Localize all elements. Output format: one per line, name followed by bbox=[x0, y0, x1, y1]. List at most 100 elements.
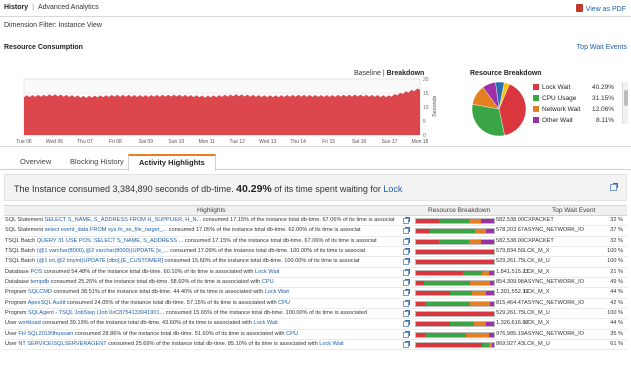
external-link-icon[interactable] bbox=[403, 258, 410, 266]
pie-svg bbox=[471, 81, 527, 137]
legend-item-cpu-usage[interactable]: CPU Usage 31.15% bbox=[533, 93, 628, 104]
row-target-link[interactable]: QUERY 31 USE POS; SELECT S_NAME, S_ADDRE… bbox=[37, 238, 183, 244]
row-description: consumed 24.05% of the instance total db… bbox=[65, 299, 279, 306]
external-link-icon[interactable] bbox=[403, 320, 410, 328]
legend-scroll-thumb[interactable] bbox=[624, 90, 628, 106]
summary-pct: 40.29% bbox=[236, 183, 272, 195]
table-row[interactable]: TSQL Batch (@1 varchar(8000),@2 varchar(… bbox=[4, 247, 627, 258]
resource-bar bbox=[415, 238, 495, 245]
row-kind: User bbox=[5, 330, 19, 337]
external-link-icon[interactable] bbox=[403, 227, 410, 235]
row-target-link[interactable]: (@1 int,@2 tinyint)UPDATE [dbo].[E_CUSTO… bbox=[37, 258, 163, 264]
table-row[interactable]: Database POS consumed 54.48% of the inst… bbox=[4, 268, 627, 279]
external-link-icon[interactable] bbox=[403, 289, 410, 297]
resource-bar-segment bbox=[450, 291, 473, 296]
table-row[interactable]: Program ApexSQL Audit consumed 24.05% of… bbox=[4, 299, 627, 310]
legend-label: CPU Usage bbox=[542, 95, 577, 102]
baseline-toggle[interactable]: Baseline bbox=[354, 70, 381, 77]
table-row[interactable]: Program SQLCMD consumed 38.51% of the in… bbox=[4, 288, 627, 299]
row-wait-link[interactable]: Lock Wait bbox=[255, 269, 279, 275]
row-target-link[interactable]: NT SERVICE\SQLSERVERAGENT bbox=[18, 341, 106, 347]
external-link-icon[interactable] bbox=[403, 330, 410, 338]
external-link-icon[interactable] bbox=[403, 237, 410, 245]
row-wait-link[interactable]: CPU bbox=[262, 279, 274, 285]
breakdown-toggle[interactable]: Breakdown bbox=[387, 70, 425, 77]
row-kind: Program bbox=[5, 299, 28, 306]
row-description: consumed 15.60% of the instance total db… bbox=[163, 258, 360, 265]
tab-blocking-history[interactable]: Blocking History bbox=[60, 154, 134, 170]
table-row[interactable]: Program SQLAgent - TSQL JobStep (Job 0xC… bbox=[4, 309, 627, 320]
x-tick-label: Wed 06 bbox=[46, 139, 63, 145]
external-link-icon[interactable] bbox=[403, 341, 410, 349]
x-tick-label: Sun 10 bbox=[168, 139, 184, 145]
y-tick-label: 5 bbox=[423, 119, 426, 125]
external-link-icon[interactable] bbox=[403, 268, 410, 276]
legend-item-other-wait[interactable]: Other Wait 8.11% bbox=[533, 115, 628, 126]
top-bar: History | Advanced Analytics View as PDF bbox=[0, 0, 631, 17]
nav-advanced-analytics[interactable]: Advanced Analytics bbox=[38, 4, 99, 11]
header-highlights[interactable]: Highlights bbox=[197, 207, 226, 214]
row-target-link[interactable]: tempdb bbox=[31, 279, 50, 285]
external-link-icon[interactable] bbox=[403, 217, 410, 224]
resource-bar-segment bbox=[469, 239, 482, 244]
legend-item-network-wait[interactable]: Network Wait 12.06% bbox=[533, 104, 628, 115]
row-kind: Program bbox=[5, 289, 29, 296]
row-target-link[interactable]: ApexSQL Audit bbox=[28, 300, 66, 306]
resource-bar bbox=[415, 331, 495, 338]
row-wait-link[interactable]: CPU bbox=[278, 300, 290, 306]
row-wait-link[interactable]: Lock Wait bbox=[265, 289, 289, 295]
legend-item-lock-wait[interactable]: Lock Wait 40.29% bbox=[533, 82, 628, 93]
tab-activity-highlights[interactable]: Activity Highlights bbox=[128, 154, 216, 171]
table-row[interactable]: TSQL Batch (@1 int,@2 tinyint)UPDATE [db… bbox=[4, 257, 627, 268]
legend-scrollbar[interactable] bbox=[622, 82, 628, 124]
resource-bar-segment bbox=[416, 219, 440, 223]
row-wait-link[interactable]: CPU bbox=[286, 331, 298, 337]
table-row[interactable]: User NT SERVICE\SQLSERVERAGENT consumed … bbox=[4, 340, 627, 351]
x-tick-label: Wed 13 bbox=[259, 139, 276, 145]
view-as-pdf-link[interactable]: View as PDF bbox=[575, 4, 626, 13]
external-link-icon[interactable] bbox=[403, 299, 410, 307]
wait-event: CXPACKET bbox=[524, 217, 554, 223]
row-target-link[interactable]: select event_data FROM sys.fn_xe_file_ta… bbox=[45, 227, 168, 233]
row-wait-link[interactable]: Lock Wait bbox=[253, 320, 277, 326]
resource-bar-segment bbox=[430, 229, 476, 234]
row-target-link[interactable]: SQLCMD bbox=[28, 289, 52, 295]
resource-bar bbox=[415, 269, 495, 276]
top-wait-events-link[interactable]: Top Wait Events bbox=[577, 44, 627, 51]
external-link-icon[interactable] bbox=[403, 310, 410, 318]
chart-view-toggle: Baseline | Breakdown bbox=[354, 70, 424, 77]
wait-pct: 35 % bbox=[610, 330, 623, 337]
table-row[interactable]: User FH SQL2019\fhussain consumed 28.86%… bbox=[4, 330, 627, 341]
table-row[interactable]: Database tempdb consumed 25.26% of the i… bbox=[4, 278, 627, 289]
row-target-link[interactable]: FH SQL2019\fhussain bbox=[18, 331, 73, 337]
resource-bar-segment bbox=[481, 219, 494, 223]
row-target-link[interactable]: workload bbox=[18, 320, 40, 326]
header-top-wait-event[interactable]: Top Wait Event bbox=[552, 207, 595, 214]
resource-bar bbox=[415, 342, 495, 349]
legend-swatch bbox=[533, 117, 539, 123]
row-wait-link[interactable]: Lock Wait bbox=[319, 341, 343, 347]
row-target-link[interactable]: SELECT S_NAME, S_ADDRESS FROM H_SUPPLIER… bbox=[45, 217, 202, 223]
row-target-link[interactable]: POS bbox=[31, 269, 43, 275]
external-link-icon[interactable] bbox=[403, 248, 410, 256]
tab-overview[interactable]: Overview bbox=[10, 154, 61, 170]
highlight-text: SQL Statement SELECT S_NAME, S_ADDRESS F… bbox=[5, 216, 402, 226]
table-row[interactable]: TSQL Batch QUERY 31 USE POS; SELECT S_NA… bbox=[4, 237, 627, 248]
wait-event: ASYNC_NETWORK_IO bbox=[524, 330, 584, 337]
external-link-icon[interactable] bbox=[403, 279, 410, 287]
nav-history[interactable]: History bbox=[4, 4, 28, 11]
nav-separator: | bbox=[32, 4, 34, 11]
summary-target-link[interactable]: Lock bbox=[383, 184, 402, 194]
resource-bar-segment bbox=[416, 250, 494, 255]
external-link-icon[interactable] bbox=[610, 183, 618, 191]
resource-value: 578,203.67 bbox=[496, 227, 524, 234]
table-row[interactable]: User workload consumed 39.19% of the ins… bbox=[4, 319, 627, 330]
resource-bar-segment bbox=[481, 239, 494, 244]
row-target-link[interactable]: (@1 varchar(8000),@2 varchar(8000))UPDAT… bbox=[37, 248, 169, 254]
row-target-link[interactable]: SQLAgent - TSQL JobStep (Job 0xC87541330… bbox=[28, 310, 164, 316]
table-row[interactable]: SQL Statement SELECT S_NAME, S_ADDRESS F… bbox=[4, 216, 627, 227]
wait-event: LCK_M_U bbox=[524, 310, 550, 317]
header-resource-breakdown[interactable]: Resource Breakdown bbox=[428, 207, 490, 214]
table-row[interactable]: SQL Statement select event_data FROM sys… bbox=[4, 226, 627, 237]
row-kind: SQL Statement bbox=[5, 227, 45, 234]
